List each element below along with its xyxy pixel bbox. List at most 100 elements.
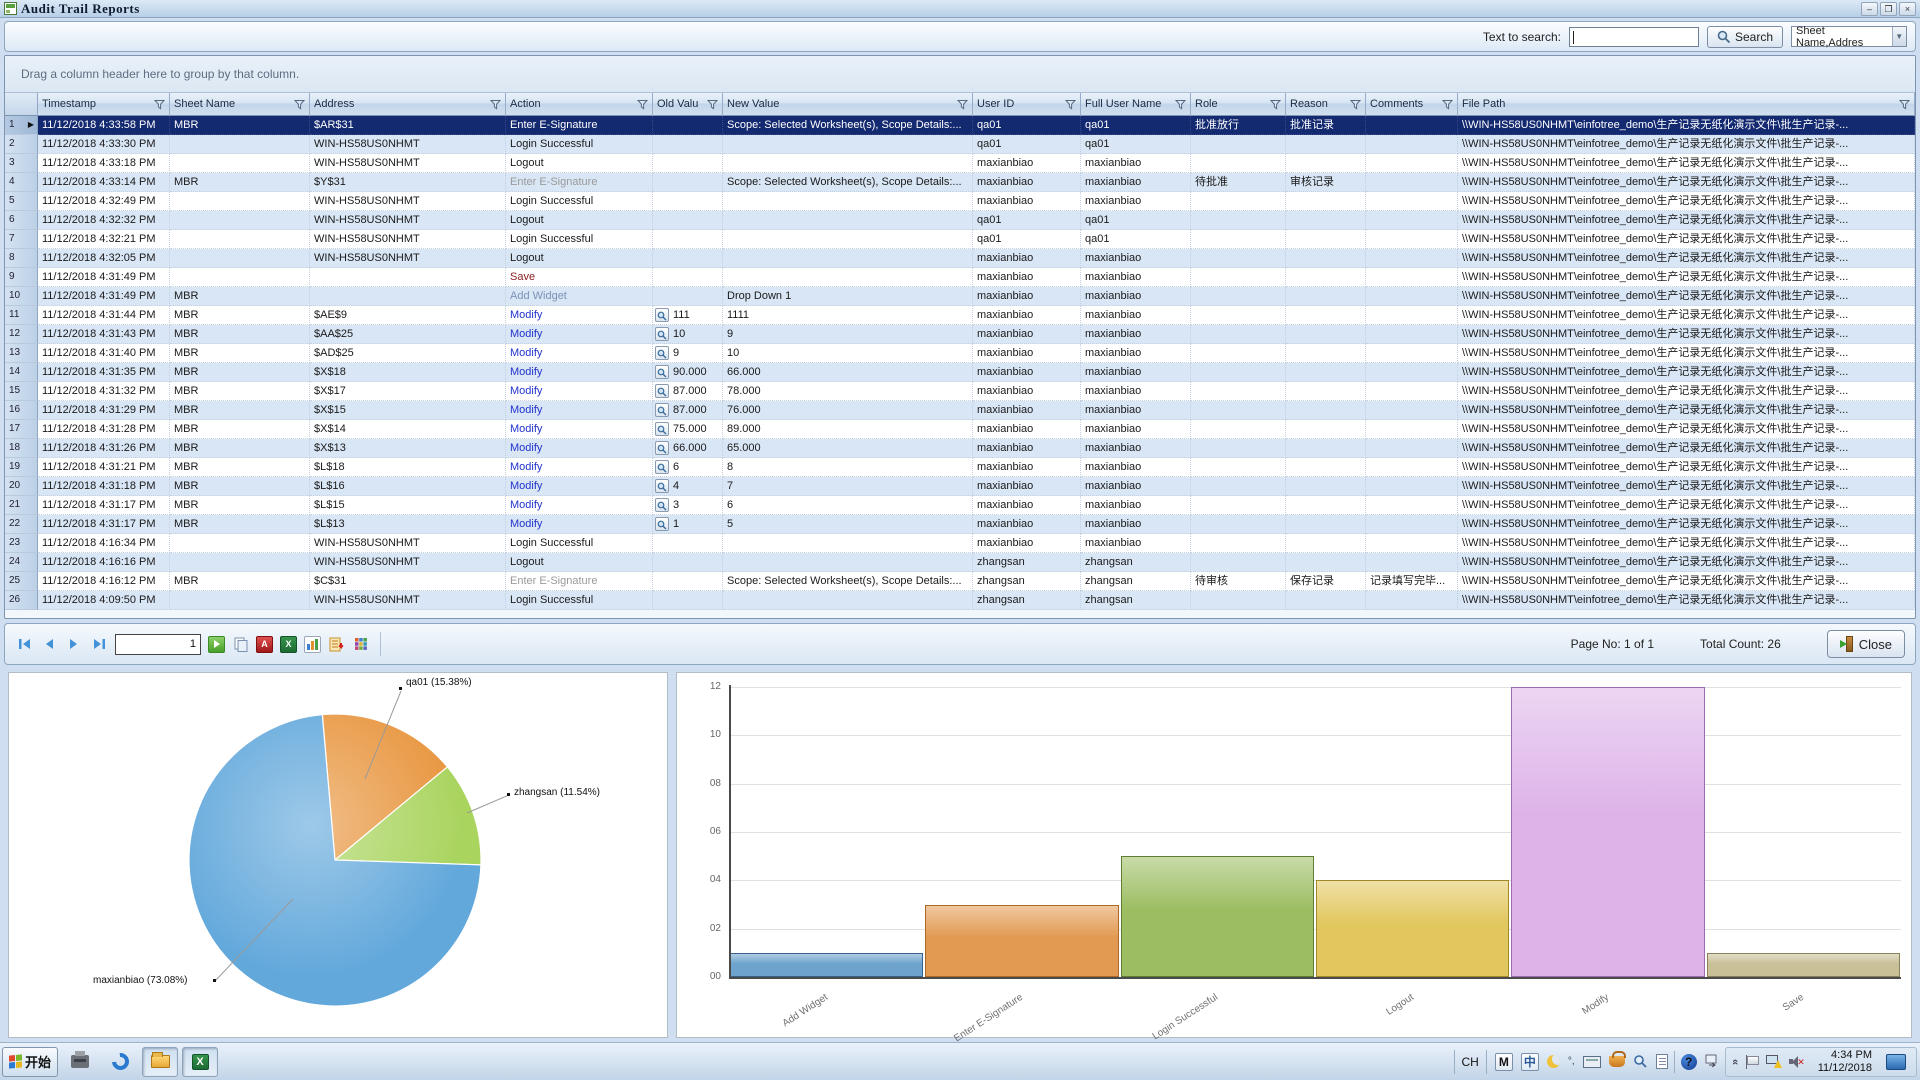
magnifier-icon[interactable]: [655, 460, 669, 474]
go-page-button[interactable]: [208, 636, 225, 653]
filter-icon[interactable]: [1270, 99, 1281, 110]
row-number[interactable]: 12: [5, 325, 38, 344]
ime-toolbox-icon[interactable]: [1609, 1056, 1625, 1067]
column-header-address[interactable]: Address: [310, 93, 506, 116]
row-number[interactable]: 2: [5, 135, 38, 154]
row-number[interactable]: 5: [5, 192, 38, 211]
table-row[interactable]: 411/12/2018 4:33:14 PMMBR$Y$31Enter E-Si…: [5, 173, 1915, 192]
cell-action[interactable]: Modify: [506, 306, 653, 325]
table-row[interactable]: 811/12/2018 4:32:05 PMWIN-HS58US0NHMTLog…: [5, 249, 1915, 268]
row-number[interactable]: 19: [5, 458, 38, 477]
magnifier-icon[interactable]: [655, 384, 669, 398]
row-number[interactable]: 8: [5, 249, 38, 268]
table-row[interactable]: 2411/12/2018 4:16:16 PMWIN-HS58US0NHMTLo…: [5, 553, 1915, 572]
filter-icon[interactable]: [1065, 99, 1076, 110]
filter-icon[interactable]: [154, 99, 165, 110]
table-row[interactable]: 2311/12/2018 4:16:34 PMWIN-HS58US0NHMTLo…: [5, 534, 1915, 553]
ime-moon-icon[interactable]: [1547, 1055, 1560, 1068]
cell-action[interactable]: Modify: [506, 363, 653, 382]
column-header-sheet-name[interactable]: Sheet Name: [170, 93, 310, 116]
row-number[interactable]: 22: [5, 515, 38, 534]
show-desktop-button[interactable]: [1886, 1054, 1906, 1070]
table-row[interactable]: 1711/12/2018 4:31:28 PMMBR$X$14Modify75.…: [5, 420, 1915, 439]
magnifier-icon[interactable]: [655, 346, 669, 360]
row-number[interactable]: 6: [5, 211, 38, 230]
column-header-new-value[interactable]: New Value: [723, 93, 973, 116]
filter-icon[interactable]: [294, 99, 305, 110]
row-number[interactable]: 13: [5, 344, 38, 363]
group-by-bar[interactable]: Drag a column header here to group by th…: [5, 56, 1915, 93]
table-row[interactable]: 511/12/2018 4:32:49 PMWIN-HS58US0NHMTLog…: [5, 192, 1915, 211]
network-status-icon[interactable]: [1766, 1055, 1781, 1068]
row-number[interactable]: 7: [5, 230, 38, 249]
ime-bar-toggle-icon[interactable]: [1705, 1054, 1718, 1069]
column-header-file-path[interactable]: File Path: [1458, 93, 1915, 116]
cell-action[interactable]: Modify: [506, 344, 653, 363]
magnifier-icon[interactable]: [655, 517, 669, 531]
cell-action[interactable]: Modify: [506, 382, 653, 401]
row-number[interactable]: 3: [5, 154, 38, 173]
row-number[interactable]: 1▶: [5, 116, 38, 135]
column-header-comments[interactable]: Comments: [1366, 93, 1458, 116]
show-hidden-icons-chevron[interactable]: «: [1729, 1058, 1741, 1064]
cell-action[interactable]: Modify: [506, 325, 653, 344]
filter-icon[interactable]: [1442, 99, 1453, 110]
table-row[interactable]: 1▶11/12/2018 4:33:58 PMMBR$AR$31Enter E-…: [5, 116, 1915, 135]
magnifier-icon[interactable]: [655, 403, 669, 417]
row-number[interactable]: 24: [5, 553, 38, 572]
filter-icon[interactable]: [1899, 99, 1910, 110]
page-number-input[interactable]: 1: [115, 634, 201, 655]
row-number[interactable]: 10: [5, 287, 38, 306]
row-number[interactable]: 15: [5, 382, 38, 401]
cell-action[interactable]: Modify: [506, 458, 653, 477]
table-row[interactable]: 2511/12/2018 4:16:12 PMMBR$C$31Enter E-S…: [5, 572, 1915, 591]
table-row[interactable]: 2611/12/2018 4:09:50 PMWIN-HS58US0NHMTLo…: [5, 591, 1915, 610]
taskbar-item-app[interactable]: [102, 1047, 138, 1077]
chevron-down-icon[interactable]: ▼: [1892, 27, 1907, 46]
table-row[interactable]: 2011/12/2018 4:31:18 PMMBR$L$16Modify47m…: [5, 477, 1915, 496]
column-header-old-valu[interactable]: Old Valu: [653, 93, 723, 116]
table-row[interactable]: 611/12/2018 4:32:32 PMWIN-HS58US0NHMTLog…: [5, 211, 1915, 230]
filter-icon[interactable]: [707, 99, 718, 110]
magnifier-icon[interactable]: [655, 422, 669, 436]
taskbar-item-folder[interactable]: [142, 1047, 178, 1077]
row-number[interactable]: 9: [5, 268, 38, 287]
cell-action[interactable]: Modify: [506, 420, 653, 439]
row-number[interactable]: 18: [5, 439, 38, 458]
row-number[interactable]: 20: [5, 477, 38, 496]
ime-document-icon[interactable]: [1656, 1054, 1668, 1069]
table-row[interactable]: 1511/12/2018 4:31:32 PMMBR$X$17Modify87.…: [5, 382, 1915, 401]
soft-keyboard-icon[interactable]: [1583, 1056, 1601, 1068]
cell-action[interactable]: Modify: [506, 496, 653, 515]
volume-muted-icon[interactable]: ✕: [1789, 1055, 1804, 1068]
help-icon[interactable]: ?: [1681, 1054, 1697, 1070]
cell-action[interactable]: Modify: [506, 515, 653, 534]
row-number[interactable]: 21: [5, 496, 38, 515]
table-row[interactable]: 1911/12/2018 4:31:21 PMMBR$L$18Modify68m…: [5, 458, 1915, 477]
filter-icon[interactable]: [490, 99, 501, 110]
table-row[interactable]: 911/12/2018 4:31:49 PMSavemaxianbiaomaxi…: [5, 268, 1915, 287]
column-header-role[interactable]: Role: [1191, 93, 1286, 116]
export-excel-icon[interactable]: X: [280, 636, 297, 653]
row-number[interactable]: 26: [5, 591, 38, 610]
column-header-action[interactable]: Action: [506, 93, 653, 116]
column-header-full-user-name[interactable]: Full User Name: [1081, 93, 1191, 116]
magnifier-icon[interactable]: [655, 441, 669, 455]
cell-action[interactable]: Add Widget: [506, 287, 653, 306]
export-pdf-icon[interactable]: A: [256, 636, 273, 653]
row-number[interactable]: 16: [5, 401, 38, 420]
close-window-button[interactable]: ×: [1899, 2, 1916, 16]
restore-button[interactable]: ❐: [1880, 2, 1897, 16]
start-button[interactable]: 开始: [2, 1047, 58, 1077]
table-row[interactable]: 1811/12/2018 4:31:26 PMMBR$X$13Modify66.…: [5, 439, 1915, 458]
close-button[interactable]: Close: [1827, 630, 1905, 658]
row-number[interactable]: 23: [5, 534, 38, 553]
table-row[interactable]: 1311/12/2018 4:31:40 PMMBR$AD$25Modify91…: [5, 344, 1915, 363]
filter-icon[interactable]: [1175, 99, 1186, 110]
filter-icon[interactable]: [1350, 99, 1361, 110]
column-header-user-id[interactable]: User ID: [973, 93, 1081, 116]
taskbar-item-excel[interactable]: X: [182, 1047, 218, 1077]
table-row[interactable]: 1411/12/2018 4:31:35 PMMBR$X$18Modify90.…: [5, 363, 1915, 382]
row-number[interactable]: 14: [5, 363, 38, 382]
action-center-flag-icon[interactable]: [1746, 1055, 1758, 1069]
